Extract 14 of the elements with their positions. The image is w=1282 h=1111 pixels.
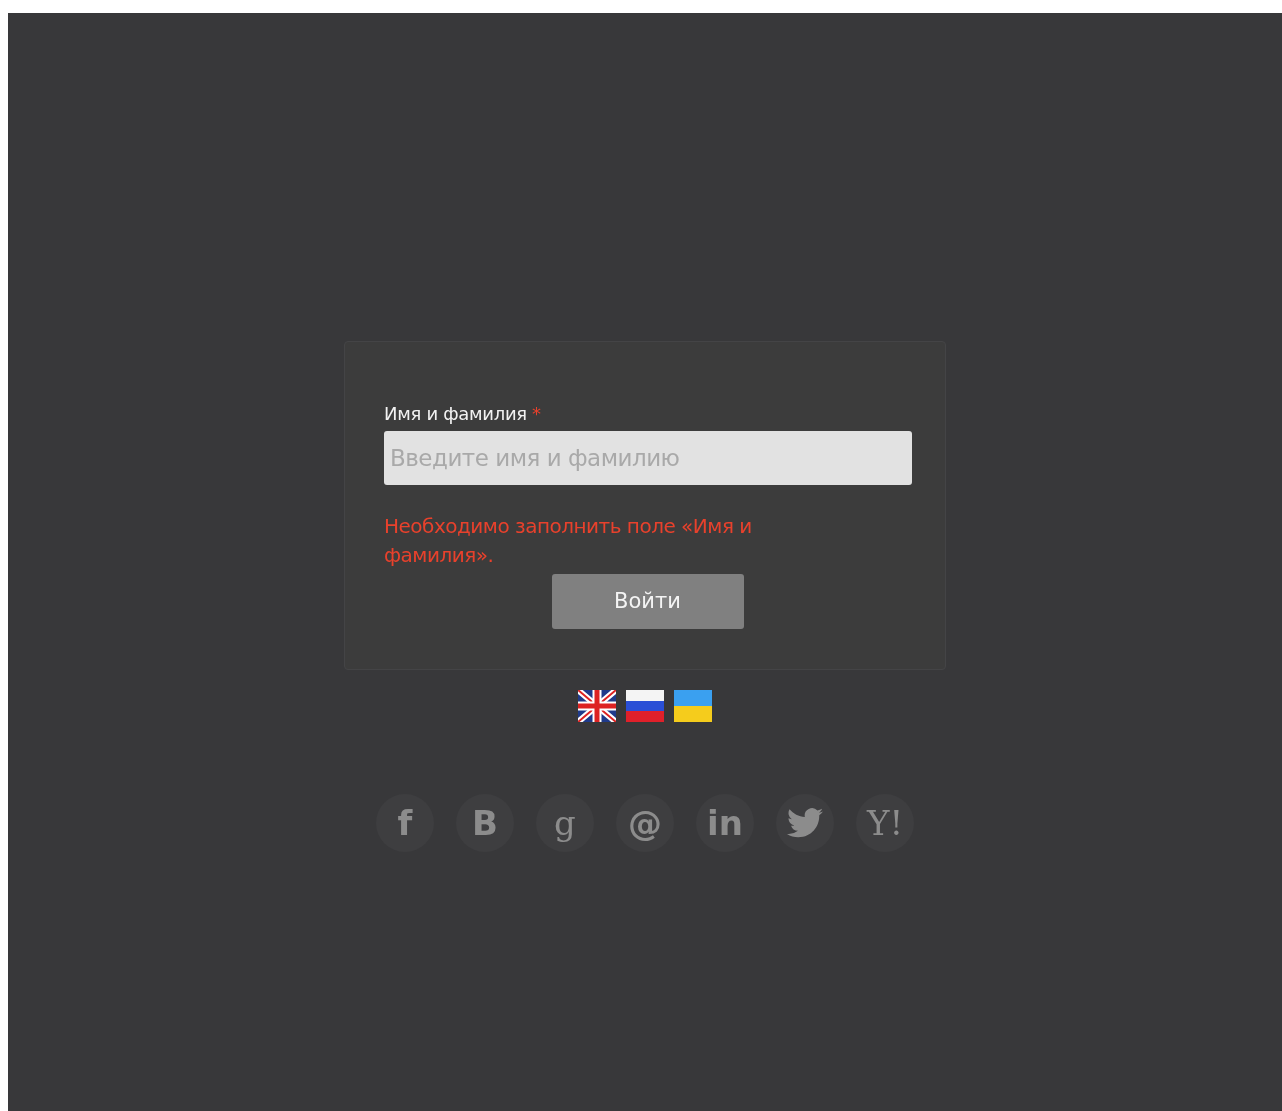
social-login-button[interactable]: f	[376, 794, 434, 852]
flag-icon[interactable]	[578, 690, 616, 722]
social-login-button[interactable]: in	[696, 794, 754, 852]
bird-icon	[787, 808, 823, 838]
login-button[interactable]: Войти	[551, 574, 744, 629]
social-login-button[interactable]: g	[536, 794, 594, 852]
name-input-field[interactable]: Введите имя и фамилию	[384, 431, 912, 485]
field-label: Имя и фамилия	[384, 403, 527, 424]
social-login-button[interactable]: @	[616, 794, 674, 852]
required-mark: *	[531, 403, 541, 424]
error-message: Необходимо заполнить поле «Имя и фамилия».	[384, 513, 753, 569]
social-login-button[interactable]: B	[456, 794, 514, 852]
flag-icon[interactable]	[626, 690, 664, 722]
social-login-button[interactable]: Y!	[856, 794, 914, 852]
